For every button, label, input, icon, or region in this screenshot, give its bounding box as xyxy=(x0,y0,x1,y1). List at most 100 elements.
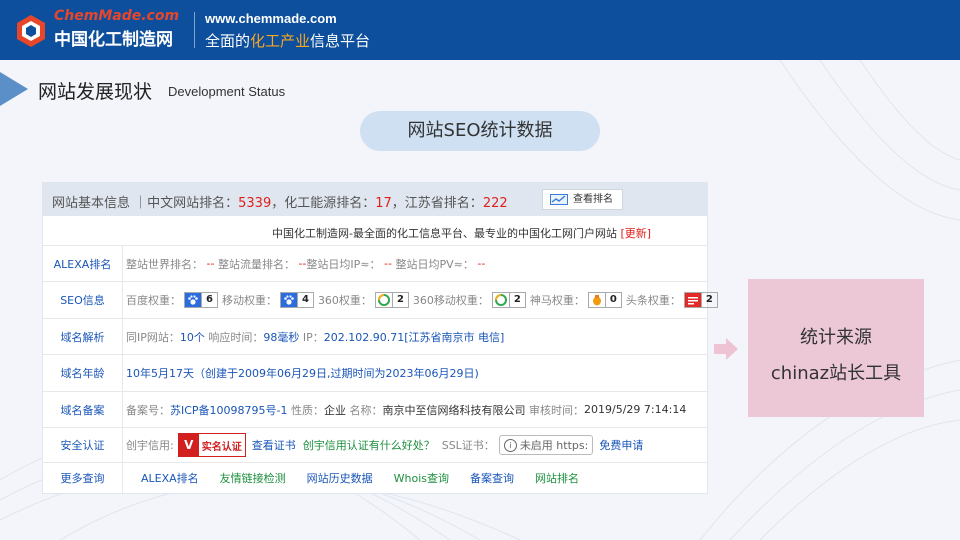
alexa-row: ALEXA排名 整站世界排名： -- 整站流量排名： -- 整站日均IP≈： -… xyxy=(43,246,707,282)
icp-content: 备案号： 苏ICP备10098795号-1 性质： 企业 名称： 南京中至信网络科技有… xyxy=(126,392,686,427)
header-url[interactable]: www.chemmade.com xyxy=(205,11,337,26)
s360m-weight-value: 2 xyxy=(508,293,525,307)
alexa-pv-label: 整站日均PV≈： xyxy=(395,257,474,271)
alexa-ip-value: -- xyxy=(384,257,392,270)
alexa-world-value: -- xyxy=(206,257,215,270)
slogan-post: 信息平台 xyxy=(310,32,371,50)
view-cert-link[interactable]: 查看证书 xyxy=(252,437,296,453)
rank-chem-value: 17 xyxy=(375,196,392,211)
view-ranking-label: 查看排名 xyxy=(573,194,613,205)
site-title: 中国化工制造网-最全面的化工信息平台、最专业的中国化工网门户网站 [更新] xyxy=(272,225,651,241)
alexa-world-label: 整站世界排名： xyxy=(126,257,203,271)
logo-brand-text: ChemMade.com xyxy=(54,8,180,24)
section-title: 网站发展现状 xyxy=(38,81,153,103)
more-query-label[interactable]: 更多查询 xyxy=(43,463,123,493)
site-title-row: 中国化工制造网-最全面的化工信息平台、最专业的中国化工网门户网站 [更新] xyxy=(43,216,707,246)
mobile-weight-badge[interactable]: 4 xyxy=(279,292,314,308)
domain-age-label[interactable]: 域名年龄 xyxy=(43,355,123,391)
baidu-weight-badge[interactable]: 6 xyxy=(184,292,218,308)
alexa-content: 整站世界排名： -- 整站流量排名： -- 整站日均IP≈： -- 整站日均PV… xyxy=(126,246,485,281)
baidu-weight-label: 百度权重： xyxy=(126,294,181,307)
domain-age-row: 域名年龄 10年5月17天（创建于2009年06月29日,过期时间为2023年0… xyxy=(43,355,707,392)
more-link-whois[interactable]: Whois查询 xyxy=(394,470,449,486)
alexa-ip-label: 整站日均IP≈： xyxy=(306,257,381,271)
s360m-weight-badge[interactable]: 2 xyxy=(491,292,526,308)
360-mobile-logo-icon xyxy=(494,294,507,306)
header-slogan: 全面的化工产业信息平台 xyxy=(205,30,370,51)
security-label[interactable]: 安全认证 xyxy=(43,428,123,462)
s360-weight-badge[interactable]: 2 xyxy=(374,292,409,308)
s360m-weight-label: 360移动权重： xyxy=(412,294,489,307)
icp-no-value[interactable]: 苏ICP备10098795号-1 xyxy=(170,402,288,418)
more-link-icp[interactable]: 备案查询 xyxy=(470,470,514,486)
more-link-friendlinks[interactable]: 友情链接检测 xyxy=(220,470,286,486)
domain-age-value: 10年5月17天（创建于2009年06月29日,过期时间为2023年06月29日… xyxy=(126,367,479,380)
view-ranking-button[interactable]: 查看排名 xyxy=(542,189,623,210)
icp-name-value: 南京中至信网络科技有限公司 xyxy=(382,403,526,417)
domain-resolve-label[interactable]: 域名解析 xyxy=(43,319,123,354)
more-query-row: 更多查询 ALEXA排名 友情链接检测 网站历史数据 Whois查询 备案查询 … xyxy=(43,463,707,493)
response-time-value: 98毫秒 xyxy=(263,330,300,344)
section-subtitle: Development Status xyxy=(168,84,286,99)
seo-row: SEO信息 百度权重： 6 移动权重： 4 360权重： 2 360移动权重： … xyxy=(43,282,718,319)
more-link-alexa[interactable]: ALEXA排名 xyxy=(141,470,199,486)
mobile-weight-value: 4 xyxy=(296,293,313,307)
seo-label[interactable]: SEO信息 xyxy=(43,282,123,318)
seo-info-panel: 网站基本信息 ｜中文网站排名：5339，化工能源排名：17，江苏省排名：222 … xyxy=(42,182,718,494)
seo-content: 百度权重： 6 移动权重： 4 360权重： 2 360移动权重： 2 神马权重… xyxy=(126,282,722,318)
baidu-paw-icon xyxy=(185,293,201,307)
icp-row: 域名备案 备案号： 苏ICP备10098795号-1 性质： 企业 名称： 南京中至信… xyxy=(43,392,707,428)
logo-title: 中国化工制造网 xyxy=(54,30,173,50)
ranking-summary: 网站基本信息 ｜中文网站排名：5339，化工能源排名：17，江苏省排名：222 xyxy=(52,192,508,211)
site-title-text: 中国化工制造网-最全面的化工信息平台、最专业的中国化工网门户网站 xyxy=(272,227,617,240)
toutiao-weight-value: 2 xyxy=(700,293,717,307)
pointer-arrow-icon xyxy=(714,338,738,360)
shenma-weight-value: 0 xyxy=(604,293,621,307)
toutiao-weight-badge[interactable]: 2 xyxy=(683,292,718,308)
v-badge-icon: V xyxy=(178,434,199,456)
source-box: 统计来源 chinaz站长工具 xyxy=(748,279,924,417)
360-logo-icon xyxy=(377,294,390,306)
more-link-rank[interactable]: 网站排名 xyxy=(535,470,579,486)
response-time-label: 响应时间： xyxy=(208,330,264,344)
slogan-pre: 全面的 xyxy=(205,32,251,50)
alexa-label[interactable]: ALEXA排名 xyxy=(43,246,123,281)
same-ip-value[interactable]: 10个 xyxy=(180,329,205,345)
head-sep2: ，江苏省排名： xyxy=(391,196,483,211)
s360-weight-value: 2 xyxy=(391,293,408,307)
baidu-weight-value: 6 xyxy=(201,293,217,307)
top-banner: ChemMade.com 中国化工制造网 www.chemmade.com 全面… xyxy=(0,0,960,60)
credit-benefit-link[interactable]: 创宇信用认证有什么好处？ xyxy=(303,437,435,453)
more-link-history[interactable]: 网站历史数据 xyxy=(307,470,373,486)
seo-stats-pill: 网站SEO统计数据 xyxy=(360,111,600,151)
realname-cert-badge[interactable]: V 实名认证 xyxy=(177,433,246,457)
trend-chart-icon xyxy=(550,194,568,205)
update-link[interactable]: [更新] xyxy=(620,227,651,240)
domain-resolve-content: 同IP网站： 10个 响应时间： 98毫秒 IP： 202.102.90.71[江苏省… xyxy=(126,319,504,354)
s360-weight-label: 360权重： xyxy=(317,294,372,307)
icp-nature-label: 性质： xyxy=(291,403,325,417)
header-divider xyxy=(194,12,195,48)
alexa-traffic-value: -- xyxy=(298,257,307,270)
chemmade-logo-icon xyxy=(17,15,45,47)
ssl-status-text: 未启用 https: xyxy=(519,439,589,452)
domain-resolve-row: 域名解析 同IP网站： 10个 响应时间： 98毫秒 IP： 202.102.90.7… xyxy=(43,319,707,355)
ip-value[interactable]: 202.102.90.71[江苏省南京市 电信] xyxy=(324,329,505,345)
ssl-status-badge[interactable]: i 未启用 https: xyxy=(498,435,594,455)
credit-label: 创宇信用: xyxy=(126,439,174,452)
shenma-horse-icon xyxy=(588,293,605,307)
mobile-weight-label: 移动权重： xyxy=(221,294,277,307)
security-row: 安全认证 创宇信用: V 实名认证 查看证书 创宇信用认证有什么好处？ SSL证书… xyxy=(43,428,707,463)
icp-nature-value: 企业 xyxy=(324,403,347,417)
ssl-label: SSL证书： xyxy=(441,439,495,452)
toutiao-weight-label: 头条权重： xyxy=(625,294,681,307)
free-apply-link[interactable]: 免费申请 xyxy=(599,437,643,453)
icp-label[interactable]: 域名备案 xyxy=(43,392,123,427)
icp-time-label: 审核时间： xyxy=(529,403,585,417)
panel-header: 网站基本信息 ｜中文网站排名：5339，化工能源排名：17，江苏省排名：222 … xyxy=(43,183,707,216)
shenma-weight-badge[interactable]: 0 xyxy=(587,292,622,308)
baidu-mobile-paw-icon xyxy=(280,293,297,307)
shenma-weight-label: 神马权重： xyxy=(529,294,585,307)
icp-time-value: 2019/5/29 7:14:14 xyxy=(584,403,687,416)
source-line2: chinaz站长工具 xyxy=(770,363,902,384)
